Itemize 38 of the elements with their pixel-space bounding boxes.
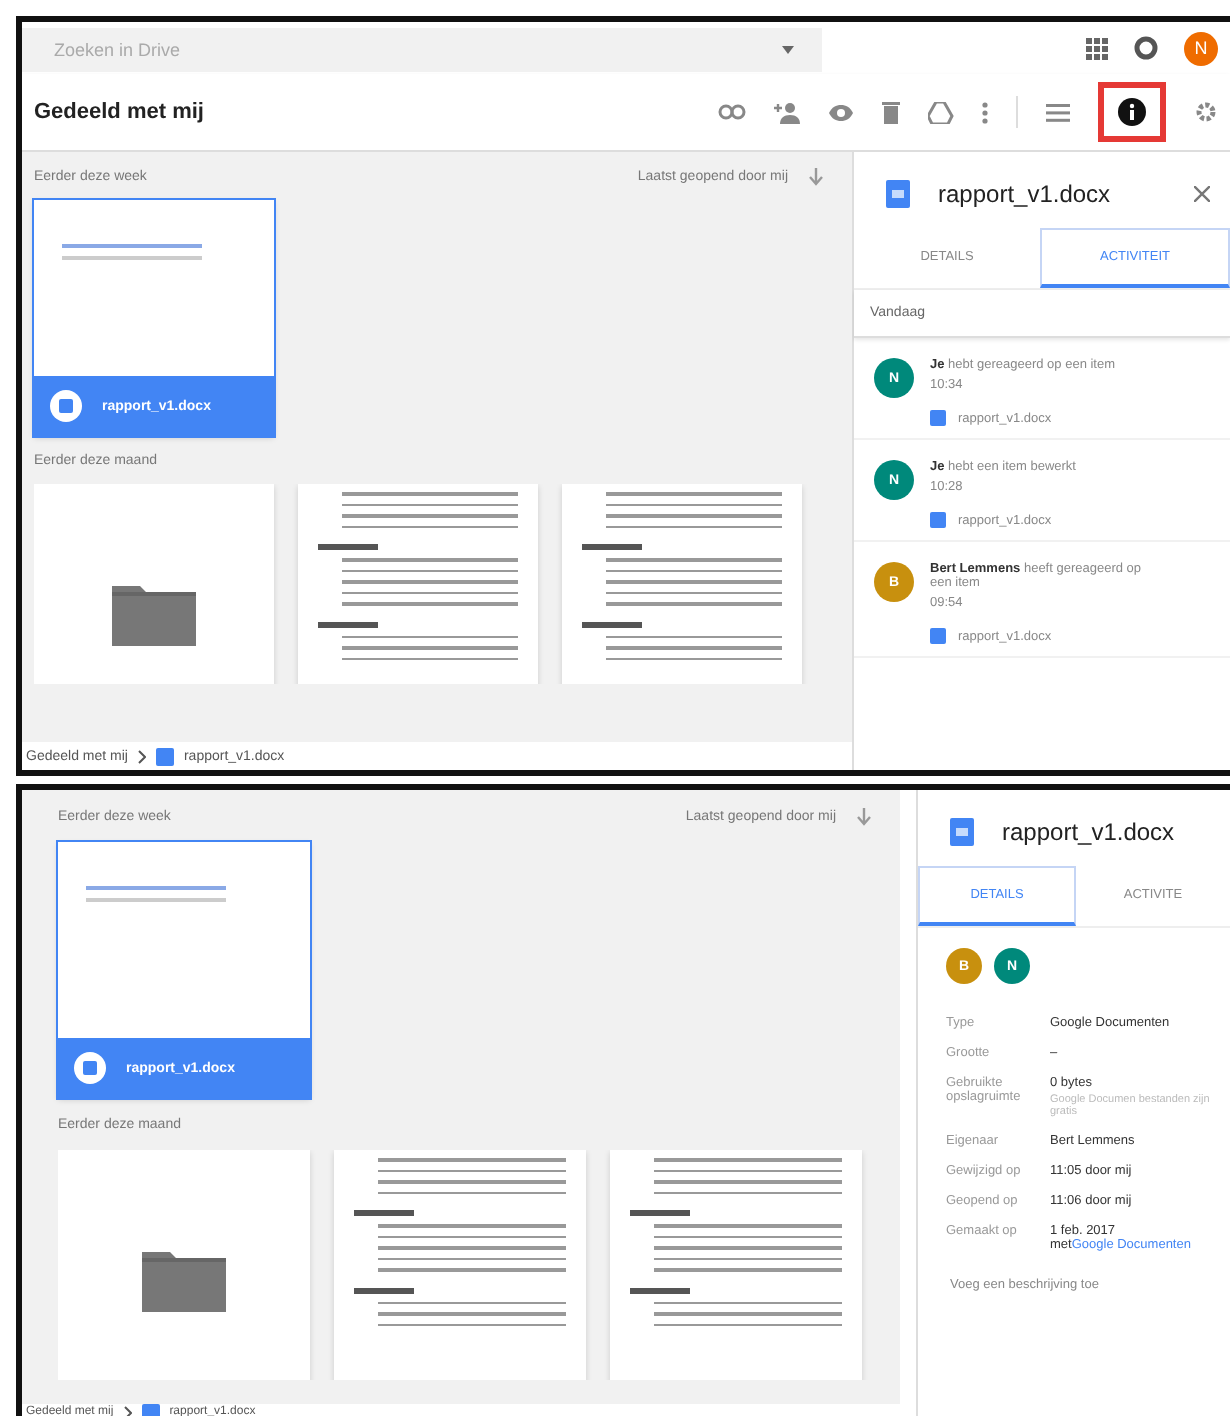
document-icon bbox=[141, 1403, 160, 1416]
document-icon bbox=[74, 1052, 106, 1084]
caret-icon bbox=[782, 46, 794, 54]
document-icon bbox=[930, 410, 946, 426]
arrow-down-icon[interactable] bbox=[808, 167, 824, 185]
info-icon[interactable] bbox=[1118, 98, 1146, 126]
document-icon bbox=[930, 512, 946, 528]
apps-grid-icon[interactable] bbox=[1086, 37, 1108, 59]
document-icon bbox=[950, 818, 974, 846]
trash-icon[interactable] bbox=[882, 100, 900, 124]
account-avatar[interactable]: N bbox=[1184, 31, 1218, 65]
arrow-down-icon[interactable] bbox=[856, 807, 872, 825]
chevron-right-icon bbox=[123, 1405, 132, 1416]
text-lines-drawing bbox=[86, 886, 226, 902]
close-icon[interactable] bbox=[1194, 186, 1210, 202]
panel-title: rapport_v1.docx bbox=[938, 180, 1111, 208]
folder-icon bbox=[112, 582, 196, 646]
document-icon bbox=[886, 180, 910, 208]
document-icon bbox=[50, 390, 82, 422]
chevron-right-icon bbox=[137, 749, 146, 763]
file-card[interactable] bbox=[58, 1150, 310, 1380]
document-icon bbox=[155, 747, 174, 765]
search-field[interactable]: Zoeken in Drive bbox=[22, 28, 822, 72]
folder-icon bbox=[142, 1248, 226, 1312]
file-card[interactable] bbox=[610, 1150, 862, 1380]
document-icon bbox=[930, 628, 946, 644]
eye-icon[interactable] bbox=[828, 103, 854, 121]
file-card[interactable] bbox=[34, 484, 274, 684]
list-view-icon[interactable] bbox=[1046, 103, 1070, 121]
more-icon[interactable] bbox=[982, 101, 988, 123]
ring-icon[interactable] bbox=[1134, 36, 1158, 60]
panel-title: rapport_v1.docx bbox=[1002, 818, 1175, 846]
settings-icon[interactable] bbox=[1194, 100, 1218, 124]
add-person-icon[interactable] bbox=[774, 101, 800, 123]
file-card[interactable] bbox=[334, 1150, 586, 1380]
page-title: Gedeeld met mij bbox=[32, 100, 204, 124]
link-icon[interactable] bbox=[718, 104, 746, 120]
text-lines-drawing bbox=[62, 244, 202, 260]
